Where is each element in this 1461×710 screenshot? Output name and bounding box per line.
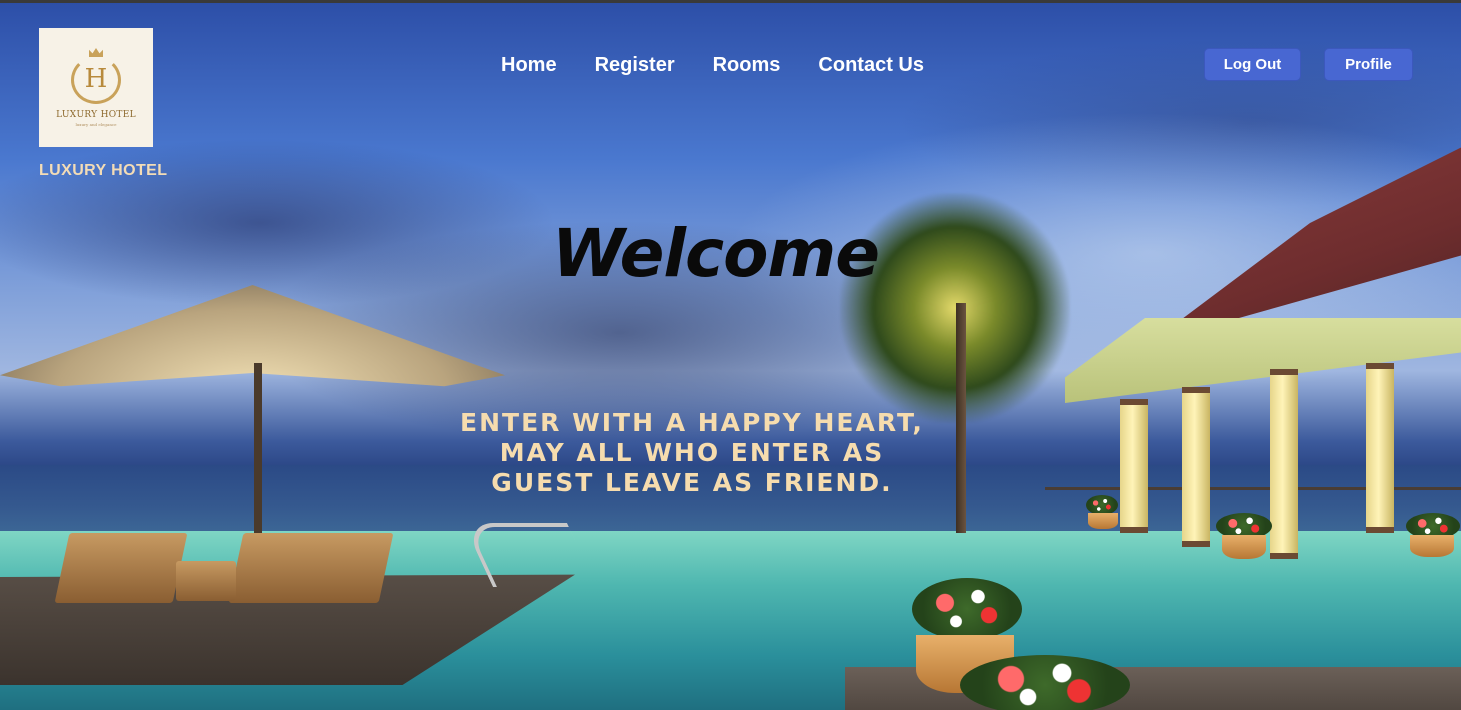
logout-button[interactable]: Log Out [1204, 48, 1301, 81]
welcome-quote: ENTER WITH A HAPPY HEART, MAY ALL WHO EN… [420, 408, 964, 498]
flower-pot [1088, 513, 1118, 529]
umbrella-pole [254, 363, 262, 533]
pavilion-column [1366, 363, 1394, 533]
nav-contact-us-link[interactable]: Contact Us [818, 54, 924, 77]
lounger-left [54, 533, 188, 603]
pavilion-column [1120, 399, 1148, 533]
nav-rooms-link[interactable]: Rooms [713, 54, 781, 77]
home-page: H LUXURY HOTEL luxury and elegance LUXUR… [0, 0, 1461, 710]
flower-pot [1222, 535, 1266, 559]
pavilion-railing [1045, 487, 1461, 490]
flower-bush [1086, 495, 1118, 515]
quote-line: ENTER WITH A HAPPY HEART, [460, 408, 924, 437]
logo-letter: H [84, 64, 108, 94]
hotel-logo[interactable]: H LUXURY HOTEL luxury and elegance [39, 28, 153, 147]
welcome-heading: Welcome [552, 215, 880, 292]
side-table [176, 561, 236, 601]
logo-tagline: luxury and elegance [75, 122, 117, 127]
flower-bush [960, 655, 1130, 710]
pavilion-column [1270, 369, 1298, 559]
nav-register-link[interactable]: Register [595, 54, 675, 77]
logo-wordmark: LUXURY HOTEL [56, 110, 136, 120]
lounger-right [228, 533, 394, 603]
brand-title: LUXURY HOTEL [39, 162, 168, 179]
main-nav: Home Register Rooms Contact Us [501, 54, 924, 77]
crest-icon: H [71, 48, 121, 104]
quote-line: GUEST LEAVE AS FRIEND. [491, 468, 893, 497]
flower-pot [1410, 535, 1454, 557]
quote-line: MAY ALL WHO ENTER AS [499, 438, 885, 467]
pavilion-column [1182, 387, 1210, 547]
nav-home-link[interactable]: Home [501, 54, 557, 77]
flower-bush [912, 578, 1022, 640]
profile-button[interactable]: Profile [1324, 48, 1413, 81]
